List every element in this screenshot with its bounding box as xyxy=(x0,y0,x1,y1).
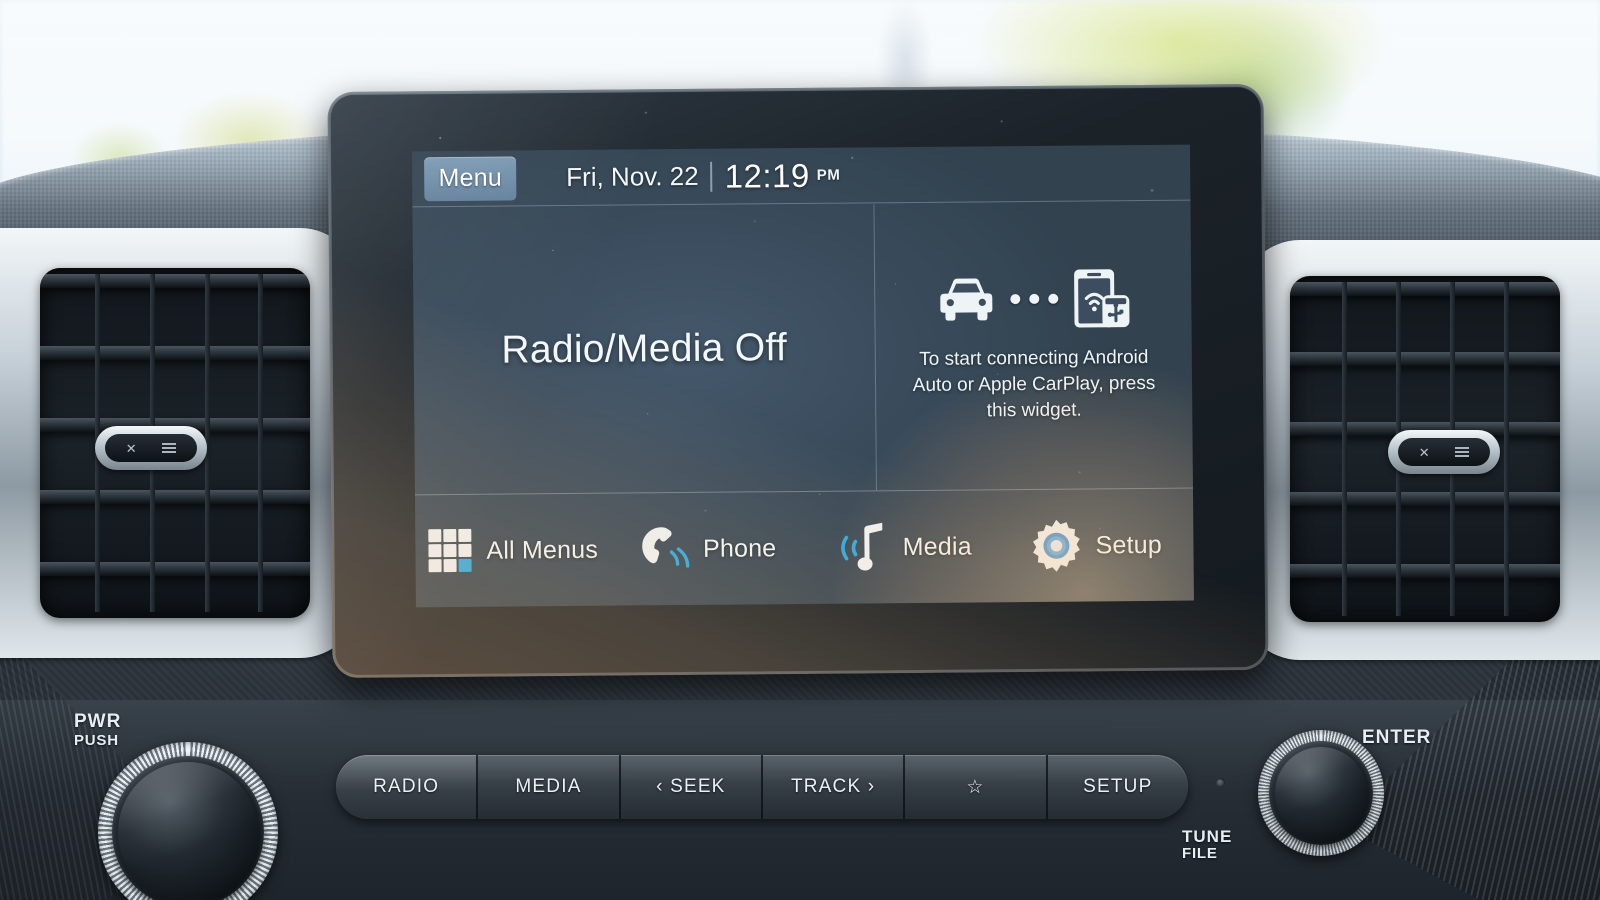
music-note-icon xyxy=(831,521,889,574)
dock-item-phone[interactable]: Phone xyxy=(610,523,805,575)
projection-message-line-2: Auto or Apple CarPlay, press xyxy=(912,372,1156,396)
dock-label-media: Media xyxy=(902,531,972,561)
projection-icon-row xyxy=(935,267,1132,331)
status-bar: Menu Fri, Nov. 22 12:19 PM xyxy=(411,144,1191,208)
projection-message-line-1: To start connecting Android xyxy=(919,346,1149,370)
dock-label-phone: Phone xyxy=(702,533,777,563)
air-vent-left[interactable]: ✕ xyxy=(40,268,310,618)
radio-media-status-text: Radio/Media Off xyxy=(501,326,788,372)
status-time: 12:19 xyxy=(724,156,810,195)
grid-icon xyxy=(427,528,473,574)
hw-button-radio[interactable]: RADIO xyxy=(336,755,479,819)
ir-sensor-led xyxy=(1216,778,1225,787)
power-knob-label-sub: PUSH xyxy=(74,731,119,749)
status-date: Fri, Nov. 22 xyxy=(566,160,699,193)
dock-item-all-menus[interactable]: All Menus xyxy=(415,527,610,575)
tune-label: TUNE xyxy=(1182,827,1233,846)
tune-file-knob-label: TUNE FILE xyxy=(1182,827,1233,863)
enter-knob-label-main: ENTER xyxy=(1362,727,1432,748)
vent-control-right[interactable]: ✕ xyxy=(1388,430,1500,474)
air-vent-right[interactable]: ✕ xyxy=(1290,276,1560,622)
status-divider xyxy=(710,161,713,192)
hw-button-favorite[interactable]: ☆ xyxy=(905,755,1048,819)
dock-label-all-menus: All Menus xyxy=(486,535,599,565)
status-ampm: PM xyxy=(816,166,841,184)
bottom-dock: All Menus Phone Media Setup xyxy=(414,487,1194,608)
enter-knob-label: ENTER xyxy=(1362,727,1432,749)
phone-wifi-usb-icon xyxy=(1071,267,1132,330)
infotainment-screen[interactable]: Menu Fri, Nov. 22 12:19 PM Radio/Media O… xyxy=(411,144,1194,608)
tune-enter-knob[interactable] xyxy=(1258,730,1384,856)
power-volume-knob[interactable] xyxy=(98,742,278,900)
gear-icon xyxy=(1030,519,1082,572)
vent-close-icon: ✕ xyxy=(1418,444,1430,460)
vent-close-icon: ✕ xyxy=(125,440,137,456)
file-label: FILE xyxy=(1182,845,1218,863)
projection-widget[interactable]: To start connecting Android Auto or Appl… xyxy=(874,202,1192,491)
dots-icon xyxy=(1010,293,1059,304)
projection-message-line-3: this widget. xyxy=(986,399,1082,422)
vent-control-left[interactable]: ✕ xyxy=(95,426,207,470)
dock-label-setup: Setup xyxy=(1095,530,1162,559)
vent-open-icon xyxy=(1455,447,1470,457)
infotainment-head-unit: Menu Fri, Nov. 22 12:19 PM Radio/Media O… xyxy=(327,83,1269,679)
vent-open-icon xyxy=(162,443,177,453)
phone-icon xyxy=(638,524,690,574)
power-knob-label: PWR PUSH xyxy=(74,711,122,749)
menu-button[interactable]: Menu xyxy=(424,155,517,201)
hardware-button-strip: RADIO MEDIA ‹ SEEK TRACK › ☆ SETUP xyxy=(336,755,1188,819)
dock-item-setup[interactable]: Setup xyxy=(999,519,1194,573)
hw-button-setup[interactable]: SETUP xyxy=(1047,755,1188,819)
car-icon xyxy=(935,274,997,325)
dock-item-media[interactable]: Media xyxy=(804,520,999,574)
radio-media-widget[interactable]: Radio/Media Off xyxy=(412,204,877,495)
power-knob-label-main: PWR xyxy=(74,711,122,732)
widget-area: Radio/Media Off To start connecting Andr… xyxy=(412,202,1192,495)
hw-button-seek[interactable]: ‹ SEEK xyxy=(620,755,763,819)
projection-message: To start connecting Android Auto or Appl… xyxy=(912,345,1156,426)
hw-button-media[interactable]: MEDIA xyxy=(478,755,621,819)
menu-button-label: Menu xyxy=(438,163,503,193)
dashboard-scene: ✕ ✕ Menu Fri, Nov. 22 12:19 PM Radio/Med… xyxy=(0,0,1600,900)
hw-button-track[interactable]: TRACK › xyxy=(762,755,906,819)
